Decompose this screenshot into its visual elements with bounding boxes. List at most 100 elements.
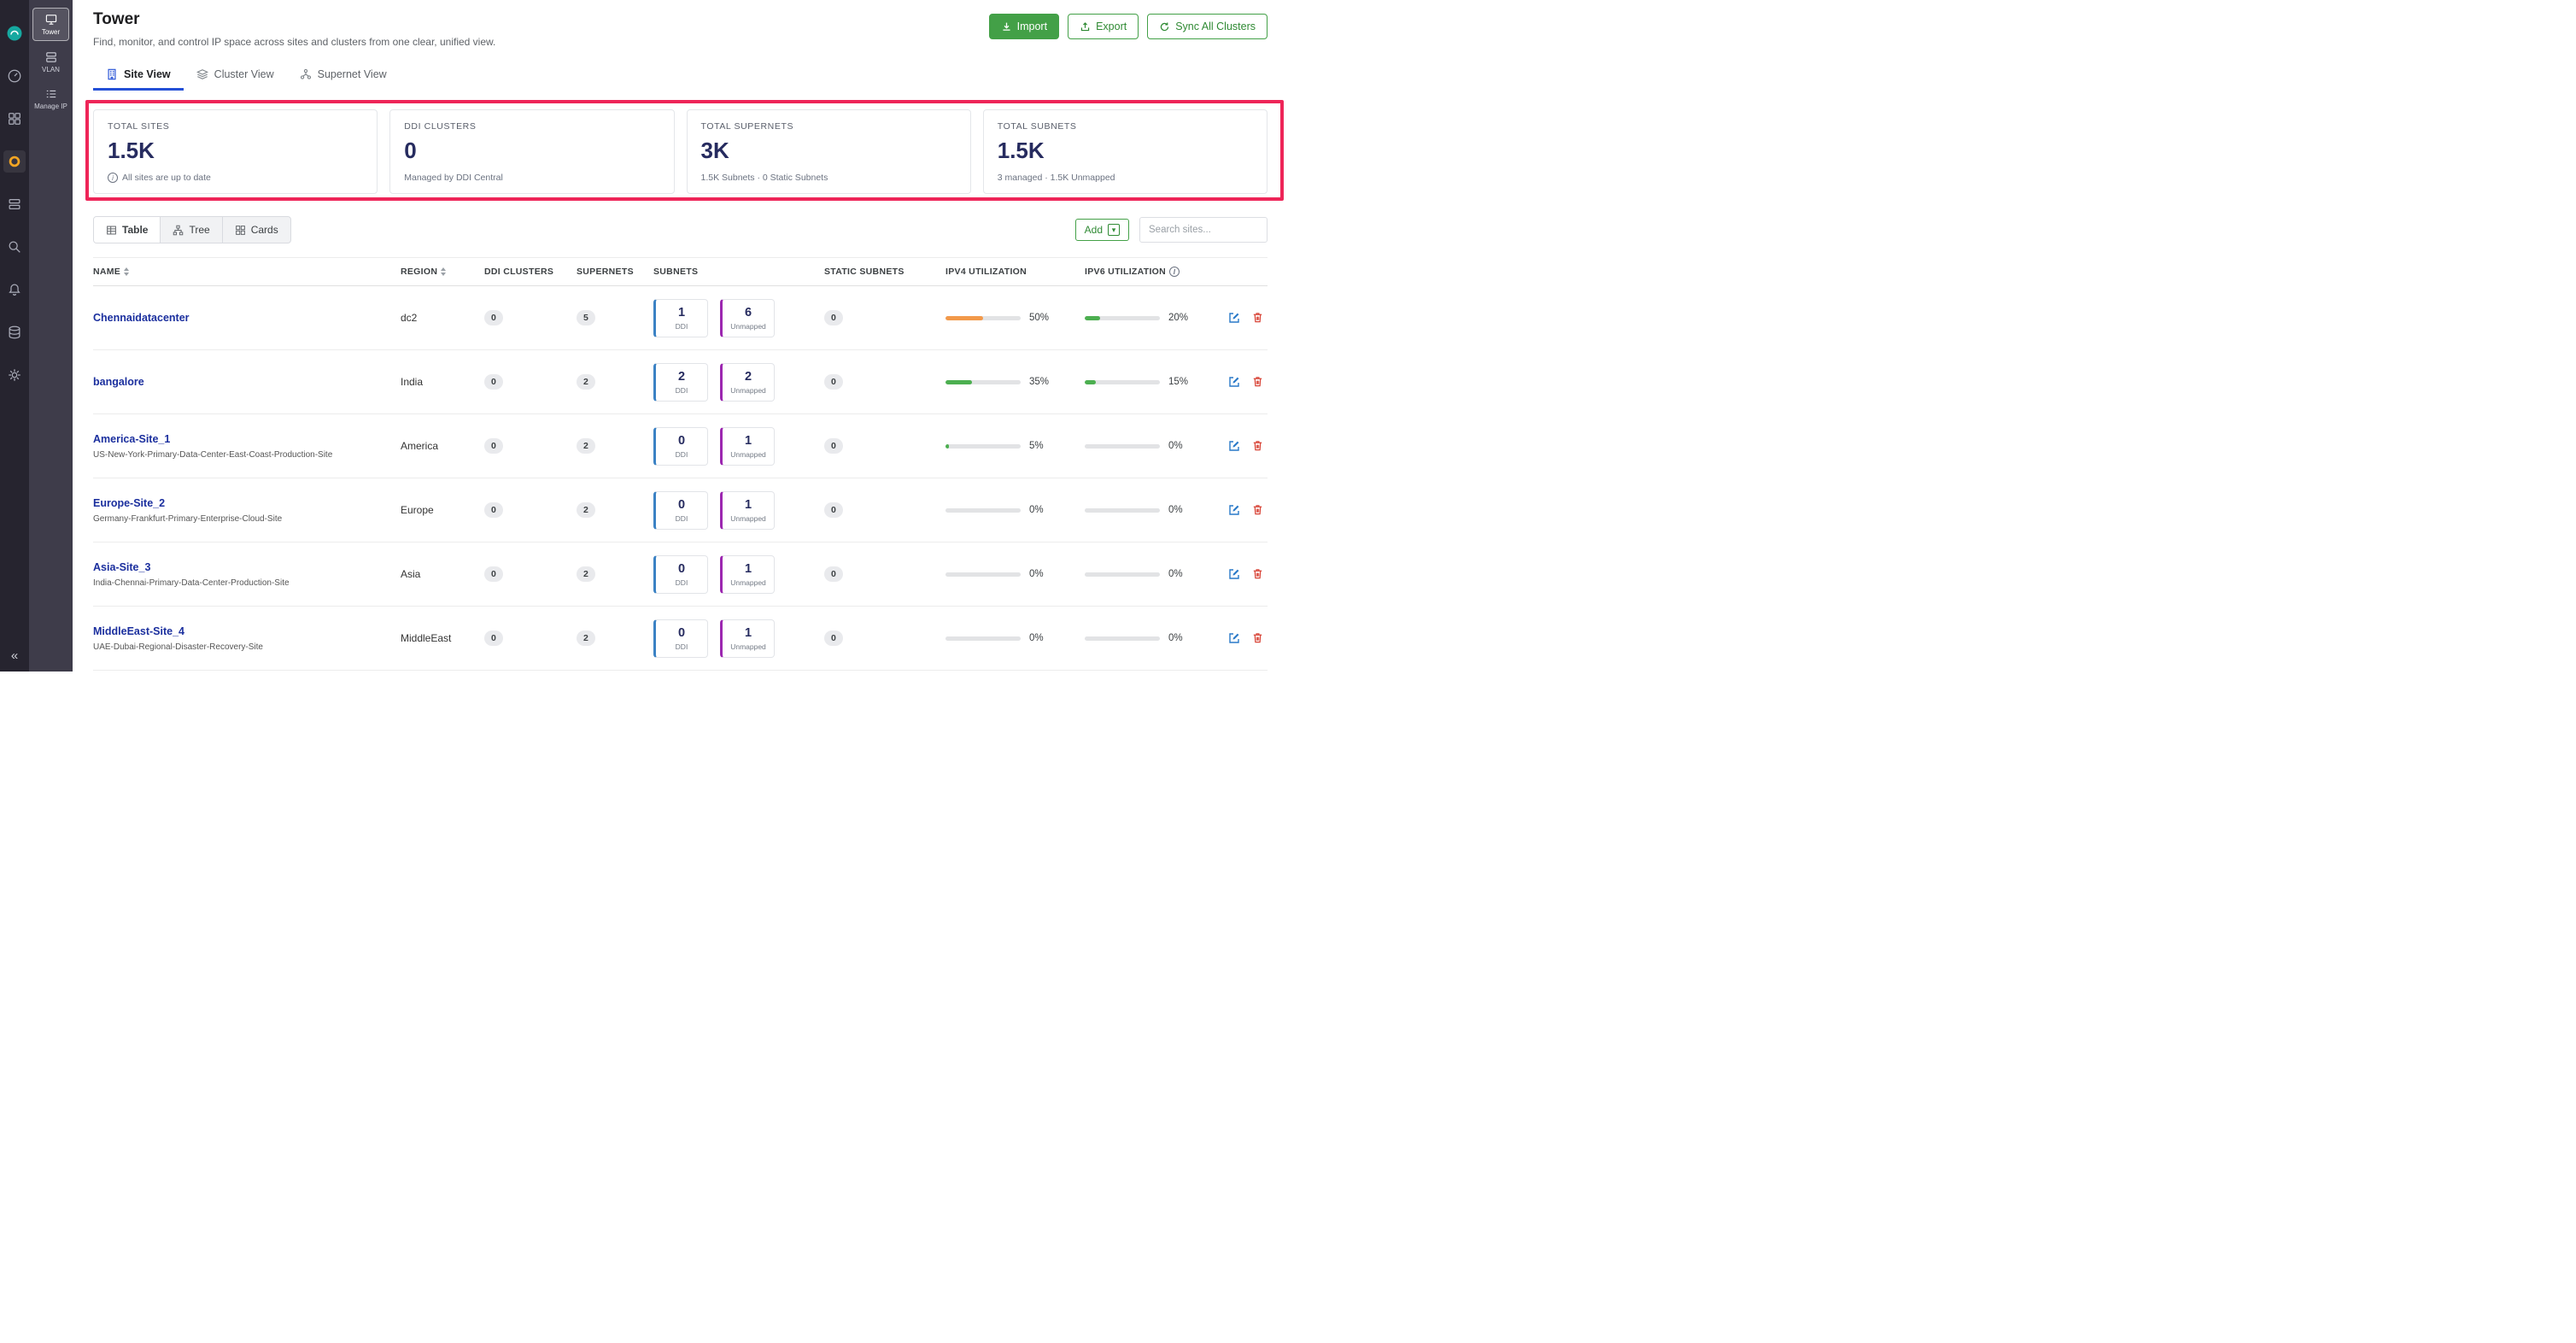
- delete-button[interactable]: [1251, 503, 1264, 517]
- ipv6-utilization: 15%: [1076, 377, 1213, 387]
- stat-value: 3K: [701, 138, 957, 164]
- sites-table: NAME REGION DDI CLUSTERS SUPERNETS SUBNE…: [93, 257, 1268, 671]
- cluster-view-icon: [196, 68, 208, 80]
- delete-button[interactable]: [1251, 439, 1264, 453]
- dashboard-icon[interactable]: [3, 65, 26, 87]
- servers-icon[interactable]: [3, 193, 26, 215]
- logo-icon[interactable]: [3, 22, 26, 44]
- site-name-link[interactable]: Chennaidatacenter: [93, 312, 392, 324]
- view-tabs: Site View Cluster View Supernet View: [93, 60, 1268, 91]
- table-toolbar: Table Tree Cards Add ▾: [93, 216, 1268, 243]
- export-label: Export: [1096, 21, 1127, 32]
- edit-button[interactable]: [1227, 503, 1241, 517]
- stat-card-total-sites: TOTAL SITES 1.5K i All sites are up to d…: [93, 109, 378, 194]
- column-header-ipv4-utilization: IPV4 UTILIZATION: [937, 258, 1076, 285]
- cards-view-icon: [235, 225, 246, 236]
- region-value: America: [392, 440, 476, 452]
- region-value: Europe: [392, 504, 476, 516]
- ipv4-utilization: 0%: [937, 505, 1076, 515]
- ipv6-bar: [1085, 380, 1096, 384]
- ddi-clusters-badge: 0: [484, 310, 503, 325]
- tab-label: Cluster View: [214, 68, 274, 80]
- site-view-icon: [106, 68, 118, 80]
- ipv4-utilization: 0%: [937, 569, 1076, 579]
- sidebar-item-tower[interactable]: Tower: [32, 8, 69, 41]
- column-header-region[interactable]: REGION: [392, 258, 476, 285]
- sync-label: Sync All Clusters: [1175, 21, 1256, 32]
- sidebar-item-vlan[interactable]: VLAN: [32, 46, 69, 78]
- subnet-unmapped-card: 6 Unmapped: [720, 299, 775, 337]
- edit-button[interactable]: [1227, 311, 1241, 325]
- main-content: Tower Find, monitor, and control IP spac…: [73, 0, 1288, 672]
- supernets-badge: 2: [577, 502, 595, 518]
- page-header: Tower Find, monitor, and control IP spac…: [93, 0, 1268, 48]
- supernet-view-icon: [300, 68, 312, 80]
- region-value: MiddleEast: [392, 632, 476, 644]
- tab-cluster-view[interactable]: Cluster View: [184, 60, 287, 91]
- search-input[interactable]: [1139, 217, 1268, 243]
- export-button[interactable]: Export: [1068, 14, 1139, 39]
- tab-label: Supernet View: [318, 68, 387, 80]
- edit-button[interactable]: [1227, 631, 1241, 645]
- stat-card-total-subnets: TOTAL SUBNETS 1.5K 3 managed · 1.5K Unma…: [983, 109, 1268, 194]
- add-button[interactable]: Add ▾: [1075, 219, 1129, 241]
- column-header-name[interactable]: NAME: [93, 258, 392, 285]
- supernets-badge: 2: [577, 566, 595, 582]
- site-name-link[interactable]: Asia-Site_3: [93, 561, 392, 573]
- site-name-link[interactable]: Europe-Site_2: [93, 497, 392, 509]
- subnet-ddi-card: 0 DDI: [653, 619, 708, 658]
- view-toggle-cards[interactable]: Cards: [223, 217, 290, 243]
- static-subnets-badge: 0: [824, 374, 843, 390]
- ipv4-bar: [946, 444, 949, 449]
- ipv4-utilization: 0%: [937, 633, 1076, 643]
- stat-value: 1.5K: [108, 138, 363, 164]
- edit-button[interactable]: [1227, 375, 1241, 389]
- view-toggle-tree[interactable]: Tree: [161, 217, 222, 243]
- column-header-subnets: SUBNETS: [645, 258, 816, 285]
- sync-all-clusters-button[interactable]: Sync All Clusters: [1147, 14, 1268, 39]
- stat-card-ddi-clusters: DDI CLUSTERS 0 Managed by DDI Central: [389, 109, 674, 194]
- site-name-link[interactable]: America-Site_1: [93, 433, 392, 445]
- tower-icon: [44, 13, 58, 26]
- view-toggle-table[interactable]: Table: [94, 217, 161, 243]
- header-actions: Import Export Sync All Clusters: [989, 14, 1268, 39]
- region-value: Asia: [392, 568, 476, 580]
- sort-icon: [441, 267, 446, 276]
- collapse-sidebar-button[interactable]: «: [11, 648, 18, 672]
- delete-button[interactable]: [1251, 567, 1264, 581]
- stats-section: TOTAL SITES 1.5K i All sites are up to d…: [93, 109, 1268, 194]
- page-subtitle: Find, monitor, and control IP space acro…: [93, 36, 495, 48]
- sidebar-item-manage-ip[interactable]: Manage IP: [32, 83, 69, 114]
- subnet-unmapped-card: 1 Unmapped: [720, 555, 775, 594]
- table-row: Asia-Site_3 India-Chennai-Primary-Data-C…: [93, 542, 1268, 607]
- settings-gear-icon[interactable]: [3, 364, 26, 386]
- ipv4-utilization: 35%: [937, 377, 1076, 387]
- sort-icon: [124, 267, 129, 276]
- vlan-icon: [44, 50, 58, 64]
- stat-footnote-text: 3 managed · 1.5K Unmapped: [998, 173, 1115, 183]
- sidebar-item-label: Manage IP: [34, 103, 67, 111]
- region-value: dc2: [392, 312, 476, 324]
- stat-footnote-text: All sites are up to date: [122, 173, 211, 183]
- delete-button[interactable]: [1251, 311, 1264, 325]
- delete-button[interactable]: [1251, 631, 1264, 645]
- search-audit-icon[interactable]: [3, 236, 26, 258]
- icon-rail: «: [0, 0, 29, 672]
- ipv6-utilization: 0%: [1076, 569, 1213, 579]
- info-icon: i: [108, 173, 118, 183]
- site-name-link[interactable]: MiddleEast-Site_4: [93, 625, 392, 637]
- tab-supernet-view[interactable]: Supernet View: [287, 60, 400, 91]
- edit-button[interactable]: [1227, 439, 1241, 453]
- subnet-ddi-card: 0 DDI: [653, 491, 708, 530]
- table-row: bangalore India 0 2 2 DDI 2 Unmapped 0 3…: [93, 350, 1268, 414]
- import-button[interactable]: Import: [989, 14, 1059, 39]
- tab-site-view[interactable]: Site View: [93, 60, 184, 91]
- delete-button[interactable]: [1251, 375, 1264, 389]
- ipam-active-icon[interactable]: [3, 150, 26, 173]
- notifications-bell-icon[interactable]: [3, 279, 26, 301]
- site-name-link[interactable]: bangalore: [93, 376, 392, 388]
- edit-button[interactable]: [1227, 567, 1241, 581]
- supernets-badge: 2: [577, 374, 595, 390]
- database-icon[interactable]: [3, 321, 26, 343]
- apps-grid-icon[interactable]: [3, 108, 26, 130]
